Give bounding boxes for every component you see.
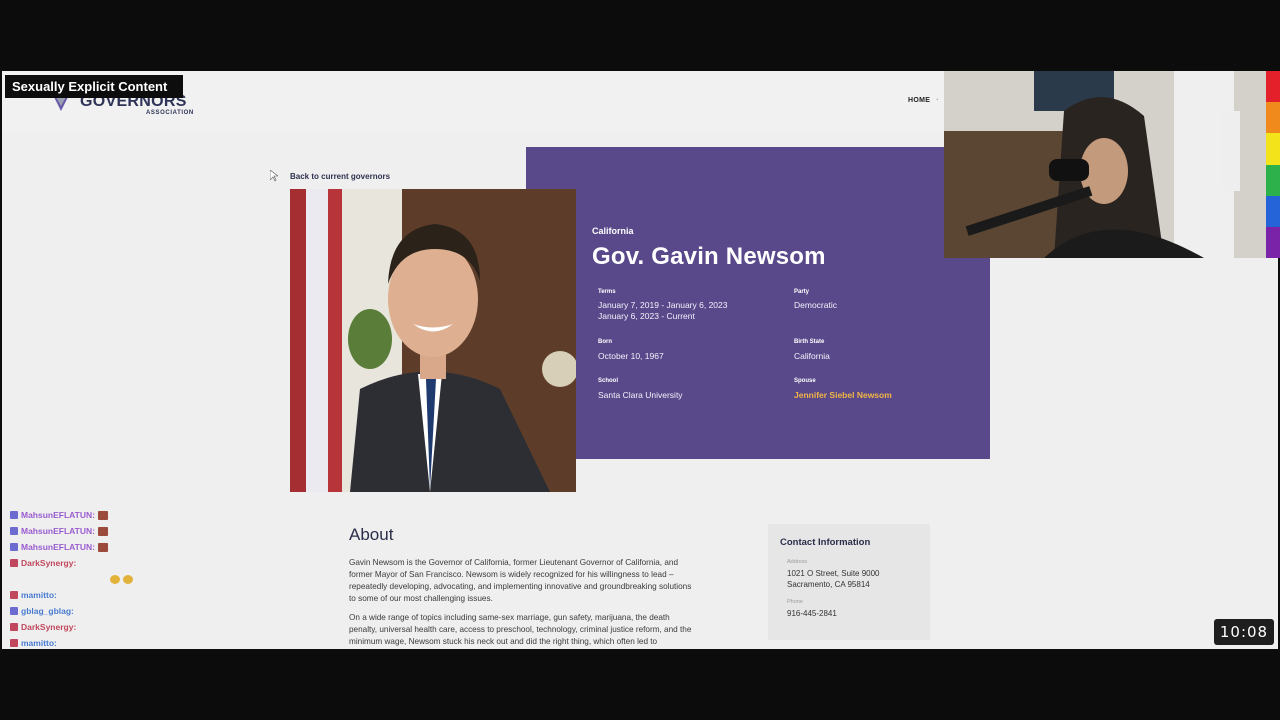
phone-label: Phone — [787, 599, 803, 605]
chat-emote-icon — [97, 510, 108, 520]
chat-message: DarkSynergy: — [10, 619, 270, 635]
top-nav: HOME · — [908, 97, 939, 104]
chat-emote-icon — [97, 542, 108, 552]
birth-state-label: Birth State — [794, 339, 825, 345]
chat-message: MahsunEFLATUN: — [10, 539, 270, 555]
address-label: Address — [787, 559, 808, 565]
chat-username[interactable]: MahsunEFLATUN: — [21, 542, 95, 552]
stream-timer: 10:08 — [1214, 619, 1274, 645]
nav-home-link[interactable]: HOME — [908, 97, 930, 104]
chat-message: mamitto: — [10, 635, 270, 651]
chat-emote-icon — [97, 526, 108, 536]
nav-separator: · — [936, 97, 939, 104]
born-label: Born — [598, 339, 612, 345]
party-label: Party — [794, 289, 810, 295]
rainbow-band — [1266, 71, 1280, 103]
term-2: January 6, 2023 - Current — [598, 311, 695, 321]
chat-username[interactable]: DarkSynergy: — [21, 558, 76, 568]
rainbow-band — [1266, 195, 1280, 227]
term-1: January 7, 2019 - January 6, 2023 — [598, 300, 728, 310]
chat-message: MahsunEFLATUN: — [10, 507, 270, 523]
chat-badge-icon — [10, 527, 18, 535]
chat-badge-icon — [10, 511, 18, 519]
chat-overlay: MahsunEFLATUN: MahsunEFLATUN: MahsunEFLATU… — [10, 507, 270, 651]
governor-name: Gov. Gavin Newsom — [592, 243, 826, 270]
rainbow-band — [1266, 133, 1280, 165]
profile-panel — [526, 147, 990, 459]
school-label: School — [598, 378, 619, 384]
chat-badge-icon — [10, 591, 18, 599]
party-value: Democratic — [794, 300, 837, 310]
content-warning-label: Sexually Explicit Content — [5, 75, 183, 98]
logo-subtitle: ASSOCIATION — [146, 110, 194, 116]
contact-card: Contact Information Address 1021 O Stree… — [768, 524, 930, 640]
webcam-overlay — [944, 71, 1266, 258]
chat-emote-icon — [110, 574, 120, 584]
contact-heading: Contact Information — [780, 537, 871, 548]
about-paragraph-2: On a wide range of topics including same… — [349, 613, 692, 646]
terms-label: Terms — [598, 289, 616, 295]
rainbow-band — [1266, 226, 1280, 259]
chat-message: gblag_gblag: — [10, 603, 270, 619]
chat-badge-icon — [10, 639, 18, 647]
chat-username[interactable]: MahsunEFLATUN: — [21, 510, 95, 520]
chat-username[interactable]: MahsunEFLATUN: — [21, 526, 95, 536]
mouse-cursor-icon — [270, 170, 278, 182]
about-heading: About — [349, 525, 394, 544]
address-line-1: 1021 O Street, Suite 9000 — [787, 569, 880, 578]
governor-state: California — [592, 226, 634, 236]
chat-username[interactable]: mamitto: — [21, 590, 57, 600]
address-line-2: Sacramento, CA 95814 — [787, 580, 870, 589]
chat-emote-icon — [123, 574, 133, 584]
about-paragraph-1: Gavin Newsom is the Governor of Californ… — [349, 558, 692, 603]
governor-portrait — [290, 189, 576, 492]
chat-username[interactable]: DarkSynergy: — [21, 622, 76, 632]
chat-message: MahsunEFLATUN: — [10, 523, 270, 539]
rainbow-strip — [1266, 71, 1280, 259]
birth-state-value: California — [794, 351, 830, 361]
stream-frame: GOVERNORS ASSOCIATION HOME · Back to cur… — [0, 0, 1280, 720]
chat-username[interactable]: gblag_gblag: — [21, 606, 74, 616]
chat-badge-icon — [10, 607, 18, 615]
chat-badge-icon — [10, 559, 18, 567]
spouse-label: Spouse — [794, 378, 816, 384]
back-to-governors-link[interactable]: Back to current governors — [290, 172, 390, 181]
chat-username[interactable]: mamitto: — [21, 638, 57, 648]
school-value: Santa Clara University — [598, 390, 683, 400]
chat-badge-icon — [10, 543, 18, 551]
phone-value[interactable]: 916-445-2841 — [787, 608, 837, 619]
chat-badge-icon — [10, 623, 18, 631]
rainbow-band — [1266, 164, 1280, 196]
born-value: October 10, 1967 — [598, 351, 664, 361]
chat-message — [10, 571, 270, 587]
chat-message: DarkSynergy: — [10, 555, 270, 571]
rainbow-band — [1266, 102, 1280, 134]
spouse-link[interactable]: Jennifer Siebel Newsom — [794, 390, 892, 401]
chat-message: mamitto: — [10, 587, 270, 603]
